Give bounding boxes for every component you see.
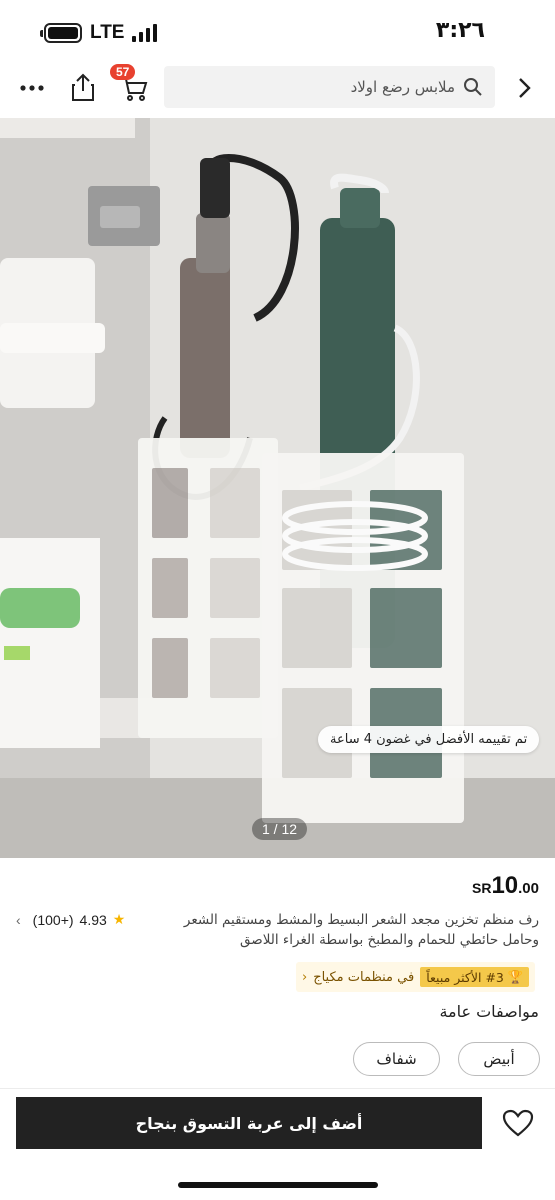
cart-count-badge: 57 (110, 64, 136, 80)
option-chip[interactable]: شفاف (353, 1042, 440, 1076)
price-decimal: .00 (518, 880, 539, 897)
rank-badge-label: #3 الأكثر مبيعاً (426, 969, 504, 985)
signal-icon (132, 24, 158, 42)
status-indicators: LTE (40, 22, 158, 44)
search-icon (464, 78, 482, 96)
rating-value: 4.93 (79, 911, 107, 928)
product-title: رف منظم تخزين مجعد الشعر البسيط والمشط و… (183, 912, 539, 948)
trophy-icon: 🏆 (507, 969, 524, 984)
battery-icon (40, 23, 82, 43)
heart-icon[interactable] (500, 1107, 536, 1139)
status-time: ٣:٢٦ (435, 18, 485, 43)
rank-badge: 🏆 #3 الأكثر مبيعاً (420, 967, 530, 987)
more-icon[interactable] (16, 74, 48, 102)
star-icon: ★ (112, 911, 126, 927)
chevron-left-icon: ‹ (302, 969, 308, 985)
chevron-left-icon: ‹ (16, 911, 21, 928)
add-to-cart-button[interactable]: أضف إلى عربة التسوق بنجاح (16, 1097, 482, 1149)
network-type: LTE (90, 22, 125, 43)
specs-title: مواصفات عامة (439, 1002, 539, 1021)
price-currency: SR (471, 880, 492, 896)
search-input[interactable]: ملابس رضع اولاد (164, 66, 495, 108)
image-pager: 1 / 12 (252, 818, 308, 840)
product-image[interactable]: تم تقييمه الأفضل في غضون 4 ساعة 1 / 12 (0, 118, 555, 858)
top-bar: 57 ملابس رضع اولاد (0, 62, 555, 114)
home-indicator (178, 1182, 378, 1188)
share-icon[interactable] (66, 70, 100, 104)
chevron-right-icon[interactable] (510, 74, 538, 102)
rank-link[interactable]: 🏆 #3 الأكثر مبيعاً في منظمات مكياج ‹ (296, 962, 536, 992)
search-placeholder: ملابس رضع اولاد (350, 78, 455, 96)
rating-count: (100+) (32, 911, 74, 928)
option-chip[interactable]: أبيض (458, 1042, 540, 1076)
bottom-bar: أضف إلى عربة التسوق بنجاح (0, 1088, 555, 1160)
price-integer: 10 (491, 872, 519, 899)
rank-overlay: تم تقييمه الأفضل في غضون 4 ساعة (318, 726, 540, 753)
price: SR10.00 (472, 872, 539, 900)
status-bar: LTE ٣:٢٦ (0, 0, 555, 60)
rank-category: في منظمات مكياج (313, 969, 415, 985)
rating-link[interactable]: ‹ (100+) 4.93 ★ (16, 911, 125, 928)
